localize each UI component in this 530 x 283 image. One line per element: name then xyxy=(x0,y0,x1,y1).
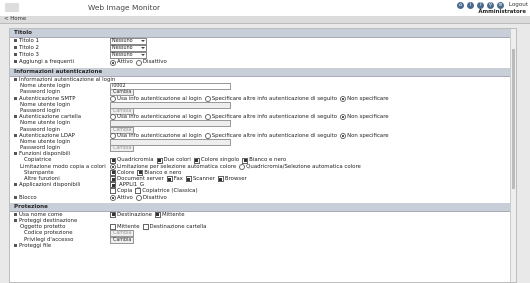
nav-bar: < Home xyxy=(0,16,530,24)
home-link[interactable]: < Home xyxy=(4,16,26,22)
home-icon[interactable]: ⌂ xyxy=(457,2,464,9)
scroll-thumb[interactable] xyxy=(512,49,515,189)
bullet-icon xyxy=(14,115,17,119)
top-bar: Web Image Monitor ⌂ i ? ⚲ ≡ Logout Ammin… xyxy=(0,0,530,16)
protected-sender-checkbox[interactable] xyxy=(110,224,116,231)
bullet-icon xyxy=(14,96,17,100)
bullet-icon xyxy=(14,46,17,49)
search-icon[interactable]: ⚲ xyxy=(487,2,494,9)
ldap-none-radio[interactable] xyxy=(340,132,347,139)
smtp-use-login-radio[interactable] xyxy=(110,95,116,102)
app-copy-checkbox[interactable] xyxy=(110,188,116,195)
app-title: Web Image Monitor xyxy=(88,3,161,12)
bullet-icon xyxy=(14,78,17,81)
folder-none-radio[interactable] xyxy=(340,114,347,121)
bullet-icon xyxy=(14,195,17,199)
copy-limit-auto-radio[interactable] xyxy=(110,163,116,170)
frequent-off-radio[interactable] xyxy=(135,59,142,66)
use-sender-checkbox[interactable] xyxy=(154,211,161,218)
smtp-none-radio[interactable] xyxy=(340,95,347,102)
title-2-select[interactable]: Nessuno xyxy=(110,45,147,52)
docserver-checkbox[interactable] xyxy=(110,176,116,183)
content-panel: Titolo Titolo 1 Nessuno Titolo 2 Nessuno… xyxy=(9,28,517,283)
info-icon[interactable]: i xyxy=(467,2,474,9)
copier-bw-checkbox[interactable] xyxy=(242,157,249,164)
bullet-icon xyxy=(14,60,17,63)
bullet-icon xyxy=(14,53,17,56)
bullet-icon xyxy=(14,39,17,42)
copier-singlecolor-checkbox[interactable] xyxy=(193,157,200,164)
user-label: Amministratore xyxy=(478,9,526,15)
section-auth: Informazioni autenticazione xyxy=(10,68,516,77)
scanner-checkbox[interactable] xyxy=(185,176,192,183)
frequent-row: Aggiungi a frequenti Attivo Disattivo xyxy=(10,59,516,66)
top-icons: ⌂ i ? ⚲ ≡ xyxy=(457,2,504,9)
bullet-icon xyxy=(14,133,17,137)
section-protect: Protezione xyxy=(10,202,516,212)
logout-link[interactable]: Logout xyxy=(509,2,528,8)
ldap-use-login-radio[interactable] xyxy=(110,132,116,139)
folder-specify-radio[interactable] xyxy=(204,114,211,121)
vertical-scrollbar[interactable] xyxy=(510,29,516,282)
app-checkbox[interactable] xyxy=(110,182,116,189)
bullet-icon xyxy=(14,243,17,247)
browser-checkbox[interactable] xyxy=(217,176,224,183)
bullet-icon xyxy=(14,212,17,216)
section-title: Titolo xyxy=(10,29,516,38)
use-dest-checkbox[interactable] xyxy=(110,211,116,218)
copy-limit-full-radio[interactable] xyxy=(239,163,246,170)
logo xyxy=(5,3,19,12)
app-classic-copier-checkbox[interactable] xyxy=(135,188,142,195)
lock-on-radio[interactable] xyxy=(110,194,116,201)
bullet-icon xyxy=(14,218,17,222)
lock-off-radio[interactable] xyxy=(135,194,142,201)
bullet-icon xyxy=(14,183,17,187)
ldap-specify-radio[interactable] xyxy=(204,132,211,139)
folder-use-login-radio[interactable] xyxy=(110,114,116,121)
title-row: Titolo 3 Nessuno xyxy=(10,52,516,59)
title-3-select[interactable]: Nessuno xyxy=(110,52,147,59)
title-1-select[interactable]: Nessuno xyxy=(110,38,147,45)
fax-checkbox[interactable] xyxy=(166,176,173,183)
bullet-icon xyxy=(14,152,17,156)
menu-icon[interactable]: ≡ xyxy=(497,2,504,9)
help-icon[interactable]: ? xyxy=(477,2,484,9)
protected-folder-checkbox[interactable] xyxy=(142,224,149,231)
printer-bw-checkbox[interactable] xyxy=(137,169,144,176)
copier-fullcolor-checkbox[interactable] xyxy=(110,157,116,164)
title-row: Titolo 1 Nessuno xyxy=(10,38,516,45)
printer-color-checkbox[interactable] xyxy=(110,169,116,176)
title-row: Titolo 2 Nessuno xyxy=(10,45,516,52)
smtp-specify-radio[interactable] xyxy=(204,95,211,102)
frequent-on-radio[interactable] xyxy=(110,59,116,66)
login-info-label: Informazioni autenticazione al login xyxy=(19,77,116,83)
copier-twocolor-checkbox[interactable] xyxy=(156,157,163,164)
